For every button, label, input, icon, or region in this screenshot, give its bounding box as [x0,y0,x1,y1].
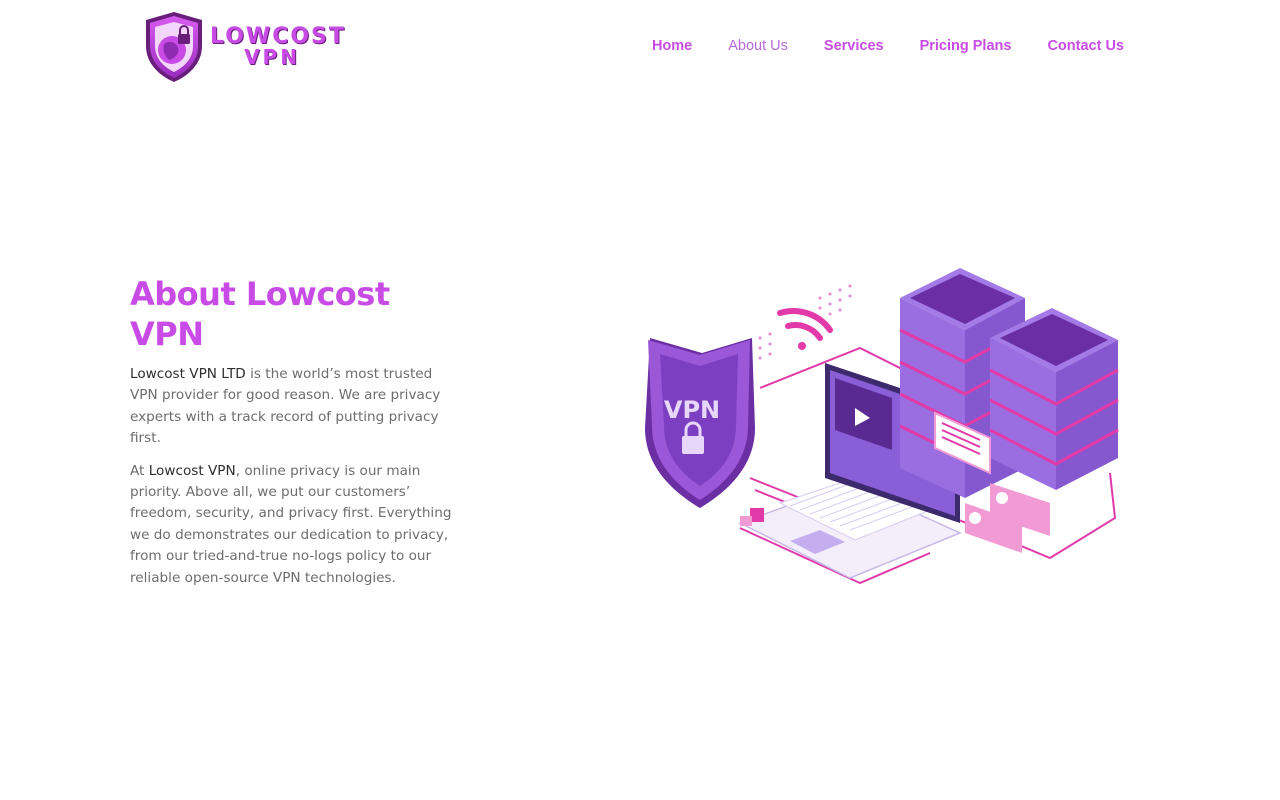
about-section: About Lowcost VPN Lowcost VPN LTD is the… [130,274,460,600]
logo-line1: LOWCOST [210,24,346,49]
company-name: Lowcost VPN LTD [130,366,246,382]
vpn-illustration: VPN [645,268,1119,585]
nav-about-us[interactable]: About Us [728,36,788,56]
shield-vpn-text: VPN [664,396,720,424]
server-icon [899,268,1119,498]
nav-services[interactable]: Services [824,36,884,56]
about-p2-start: At [130,462,149,479]
site-header: LOWCOST VPN Home About Us Services Prici… [0,0,1280,92]
page: LOWCOST VPN Home About Us Services Prici… [0,0,1280,800]
shield-lock-icon: VPN [645,338,755,508]
nav-home[interactable]: Home [652,36,692,56]
about-paragraph-1: Lowcost VPN LTD is the world’s most trus… [130,364,460,450]
main-nav: Home About Us Services Pricing Plans Con… [616,36,1124,56]
logo-line2: VPN [244,45,300,69]
about-paragraph-2: At Lowcost VPN, online privacy is our ma… [130,461,460,589]
brand-name: Lowcost VPN [148,462,236,479]
nav-contact-us[interactable]: Contact Us [1047,36,1124,56]
nav-pricing-plans[interactable]: Pricing Plans [920,36,1012,56]
logo-text[interactable]: LOWCOST VPN [210,24,346,69]
about-p2-text: , online privacy is our main priority. A… [130,462,452,586]
wifi-icon [777,308,833,350]
about-title: About Lowcost VPN [130,275,390,353]
